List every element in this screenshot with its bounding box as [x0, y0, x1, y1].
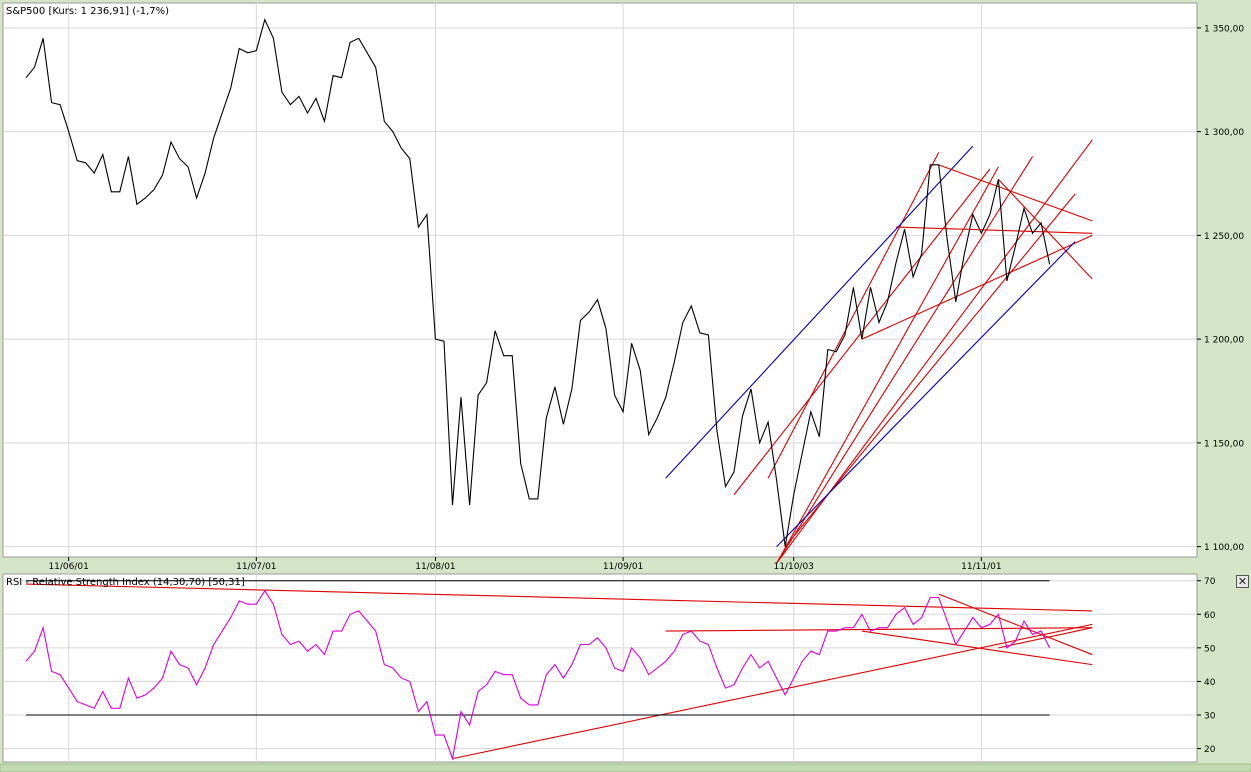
y-tick-label: 60	[1204, 611, 1216, 621]
y-tick-label: 1 250,00	[1204, 232, 1244, 242]
y-tick-label: 1 200,00	[1204, 336, 1244, 346]
scrollbar-track[interactable]	[0, 763, 1251, 772]
y-tick-label: 1 350,00	[1204, 24, 1244, 34]
y-tick-label: 50	[1204, 644, 1216, 654]
rsi-panel	[2, 573, 1198, 763]
chart-stage: 1 100,00 1 150,00 1 200,00 1 250,00 1 300,00…	[0, 0, 1251, 772]
price-panel	[2, 2, 1198, 558]
y-tick-label: 20	[1204, 745, 1216, 755]
price-chart-title: S&P500 [Kurs: 1 236,91] (-1,7%)	[6, 6, 169, 17]
rsi-chart-title: RSI - Relative Strength Index (14,30,70)…	[6, 577, 245, 588]
y-tick-label: 30	[1204, 712, 1216, 722]
price-y-axis: 1 100,00 1 150,00 1 200,00 1 250,00 1 300,00…	[1197, 24, 1244, 553]
y-tick-label: 1 100,00	[1204, 543, 1244, 553]
y-tick-label: 1 300,00	[1204, 128, 1244, 138]
close-rsi-panel-button[interactable]: ✕	[1236, 575, 1249, 588]
y-tick-label: 70	[1204, 577, 1216, 587]
y-tick-label: 40	[1204, 678, 1216, 688]
price-x-axis: 11/06/01 11/07/01 11/08/01 11/09/01 11/10/03…	[48, 557, 1002, 572]
rsi-y-axis: 20 30 40 50 60 70	[1197, 577, 1216, 755]
y-tick-label: 1 150,00	[1204, 439, 1244, 449]
